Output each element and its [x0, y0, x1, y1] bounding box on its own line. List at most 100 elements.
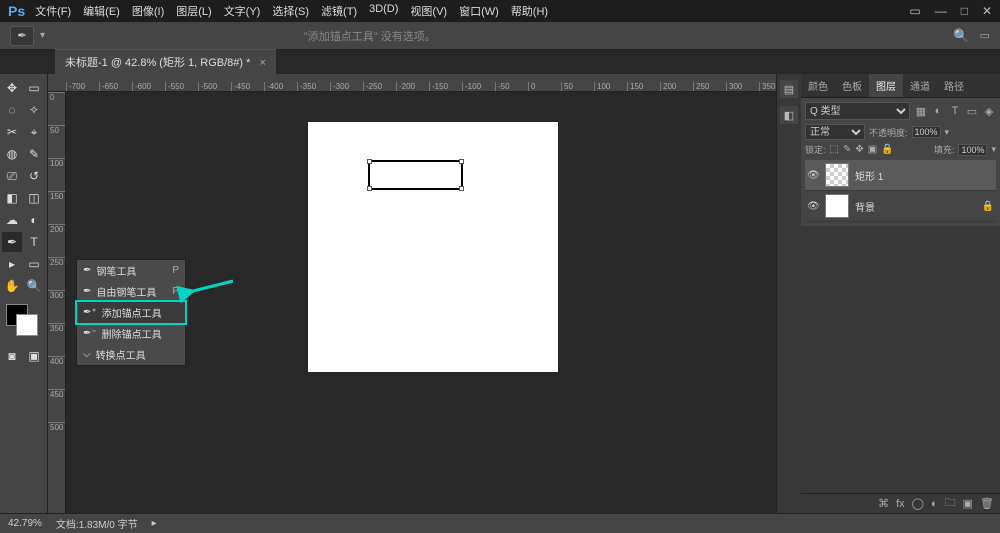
screenmode-tool[interactable]: ▣ [24, 346, 44, 366]
zoom-level[interactable]: 42.79% [8, 518, 42, 529]
quickmask-tool[interactable]: ◙ [2, 346, 22, 366]
brush-tool[interactable]: ✎ [24, 144, 44, 164]
heal-tool[interactable]: ◍ [2, 144, 22, 164]
flyout-delete-anchor[interactable]: ✒⁻删除锚点工具 [77, 323, 185, 344]
lasso-tool[interactable]: ◌ [2, 100, 22, 120]
workspace-icon[interactable]: ▭ [980, 29, 990, 42]
collapsed-dock: ▤ ◧ [776, 74, 801, 513]
titlebar: Ps 文件(F) 编辑(E) 图像(I) 图层(L) 文字(Y) 选择(S) 滤… [0, 0, 1000, 22]
mask-icon[interactable]: ◯ [912, 497, 924, 510]
lock-icon[interactable]: 🔒 [982, 201, 994, 212]
current-tool-icon[interactable]: ✒ [10, 26, 34, 46]
doc-info[interactable]: 文档:1.83M/0 字节 [56, 516, 138, 531]
filter-type-icon[interactable]: T [948, 105, 962, 118]
path-select-tool[interactable]: ▸ [2, 254, 22, 274]
flyout-add-anchor[interactable]: ✒⁺添加锚点工具 [77, 302, 185, 323]
layer-name[interactable]: 矩形 1 [855, 168, 883, 183]
new-layer-icon[interactable]: ▣ [963, 497, 973, 510]
opacity-value[interactable]: 100% [912, 126, 941, 138]
group-icon[interactable]: 🗀 [945, 494, 956, 513]
flyout-pen[interactable]: ✒钢笔工具P [77, 260, 185, 281]
filter-shape-icon[interactable]: ▭ [965, 105, 979, 118]
menu-select[interactable]: 选择(S) [272, 3, 309, 19]
gradient-tool[interactable]: ◫ [24, 188, 44, 208]
search-icon[interactable]: 🔍 [953, 28, 969, 44]
tools-panel: ✥ ▭ ◌ ✧ ✂ ⌖ ◍ ✎ ⎚ ↺ ◧ ◫ ☁ ◐ ✒ T ▸ ▭ ✋ 🔍 … [0, 74, 48, 513]
color-swatches[interactable] [2, 304, 45, 344]
blend-mode-select[interactable]: 正常 [805, 124, 865, 140]
type-tool[interactable]: T [24, 232, 44, 252]
maximize-icon[interactable]: □ [961, 4, 968, 18]
filter-adjust-icon[interactable]: ◐ [931, 105, 945, 118]
flyout-convert-point[interactable]: ⌵转换点工具 [77, 344, 185, 365]
canvas[interactable] [308, 122, 558, 372]
dock-history-icon[interactable]: ▤ [780, 80, 798, 98]
background-swatch[interactable] [16, 314, 38, 336]
menu-help[interactable]: 帮助(H) [511, 3, 548, 19]
stamp-tool[interactable]: ⎚ [2, 166, 22, 186]
menu-view[interactable]: 视图(V) [410, 3, 447, 19]
fx-icon[interactable]: fx [896, 498, 905, 510]
menu-3d[interactable]: 3D(D) [369, 3, 398, 19]
artboard-tool[interactable]: ▭ [24, 78, 44, 98]
menu-image[interactable]: 图像(I) [132, 3, 164, 19]
move-tool[interactable]: ✥ [2, 78, 22, 98]
zoom-tool[interactable]: 🔍 [24, 276, 44, 296]
visibility-icon[interactable]: 👁 [807, 170, 819, 181]
lock-all-icon[interactable]: ⬚ [830, 144, 839, 155]
dock-properties-icon[interactable]: ◧ [780, 106, 798, 124]
lock-icon[interactable]: 🔒 [881, 144, 893, 155]
anchor-tr[interactable] [459, 159, 464, 164]
menu-filter[interactable]: 滤镜(T) [321, 3, 357, 19]
anchor-br[interactable] [459, 186, 464, 191]
layer-row-shape[interactable]: 👁 矩形 1 [805, 160, 996, 191]
menu-edit[interactable]: 编辑(E) [83, 3, 120, 19]
filter-pixel-icon[interactable]: ▦ [914, 105, 928, 118]
filter-smart-icon[interactable]: ◈ [982, 105, 996, 118]
close-icon[interactable]: ✕ [982, 4, 992, 18]
eraser-tool[interactable]: ◧ [2, 188, 22, 208]
shape-tool[interactable]: ▭ [24, 254, 44, 274]
visibility-icon[interactable]: 👁 [807, 201, 819, 212]
crop-tool[interactable]: ✂ [2, 122, 22, 142]
layer-filter-type[interactable]: Q 类型 [805, 102, 910, 120]
shape-rectangle[interactable] [368, 160, 463, 190]
close-tab-icon[interactable]: × [259, 57, 265, 69]
fill-label: 填充: [934, 143, 955, 156]
minimize-icon[interactable]: — [935, 4, 947, 18]
adjustment-icon[interactable]: ◐ [931, 498, 938, 510]
layer-thumb[interactable] [825, 163, 849, 187]
dodge-tool[interactable]: ◐ [24, 210, 44, 230]
tab-channels[interactable]: 通道 [903, 74, 937, 97]
eyedropper-tool[interactable]: ⌖ [24, 122, 44, 142]
tab-paths[interactable]: 路径 [937, 74, 971, 97]
layers-panel-footer: ⌘ fx ◯ ◐ 🗀 ▣ 🗑 [801, 493, 1000, 513]
layer-thumb[interactable] [825, 194, 849, 218]
tab-swatches[interactable]: 色板 [835, 74, 869, 97]
delete-layer-icon[interactable]: 🗑 [980, 497, 994, 510]
fill-value[interactable]: 100% [958, 144, 987, 156]
anchor-tl[interactable] [367, 159, 372, 164]
wand-tool[interactable]: ✧ [24, 100, 44, 120]
menu-type[interactable]: 文字(Y) [224, 3, 261, 19]
layer-row-background[interactable]: 👁 背景 🔒 [805, 191, 996, 222]
lock-pixels-icon[interactable]: ✎ [843, 144, 851, 155]
layer-name[interactable]: 背景 [855, 199, 875, 214]
anchor-bl[interactable] [367, 186, 372, 191]
tab-layers[interactable]: 图层 [869, 74, 903, 97]
menu-window[interactable]: 窗口(W) [459, 3, 499, 19]
blur-tool[interactable]: ☁ [2, 210, 22, 230]
hand-tool[interactable]: ✋ [2, 276, 22, 296]
history-brush-tool[interactable]: ↺ [24, 166, 44, 186]
flyout-freeform-pen[interactable]: ✒自由钢笔工具P [77, 281, 185, 302]
tab-color[interactable]: 颜色 [801, 74, 835, 97]
doc-arrange-icon[interactable]: ▭ [909, 4, 920, 18]
menu-file[interactable]: 文件(F) [35, 3, 71, 19]
link-layers-icon[interactable]: ⌘ [878, 497, 889, 510]
document-tab[interactable]: 未标题-1 @ 42.8% (矩形 1, RGB/8#) * × [55, 49, 276, 74]
lock-position-icon[interactable]: ✥ [855, 144, 863, 155]
menu-layer[interactable]: 图层(L) [176, 3, 211, 19]
pen-tool[interactable]: ✒ [2, 232, 22, 252]
doc-info-arrow-icon[interactable]: ▸ [152, 518, 157, 529]
lock-artboard-icon[interactable]: ▣ [868, 144, 877, 155]
